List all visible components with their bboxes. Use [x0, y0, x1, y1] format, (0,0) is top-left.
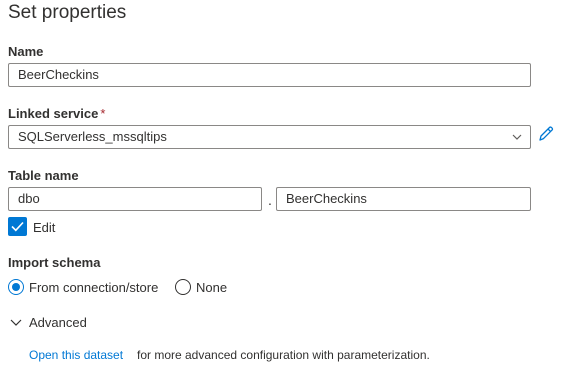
edit-checkbox[interactable]: [8, 217, 27, 236]
checkmark-icon: [11, 221, 24, 232]
pencil-edit-icon[interactable]: [537, 125, 555, 143]
edit-label: Edit: [33, 220, 56, 235]
name-label: Name: [8, 44, 44, 59]
linked-service-select[interactable]: SQLServerless_mssqltips: [8, 125, 531, 149]
name-input[interactable]: BeerCheckins: [8, 63, 531, 87]
required-marker: *: [100, 106, 106, 121]
open-dataset-description: for more advanced configuration with par…: [137, 348, 430, 362]
schema-separator: .: [268, 192, 272, 208]
chevron-down-icon[interactable]: [10, 318, 22, 328]
table-input[interactable]: BeerCheckins: [276, 187, 531, 211]
advanced-toggle[interactable]: Advanced: [29, 315, 87, 330]
import-schema-label: Import schema: [8, 255, 101, 270]
radio-from-connection[interactable]: [8, 279, 24, 295]
radio-from-connection-label: From connection/store: [29, 280, 159, 295]
table-name-label: Table name: [8, 168, 79, 183]
linked-service-label: Linked service *: [8, 106, 105, 121]
schema-input[interactable]: dbo: [8, 187, 262, 211]
radio-none-label: None: [196, 280, 228, 295]
linked-service-value: SQLServerless_mssqltips: [18, 129, 167, 144]
panel-title: Set properties: [8, 2, 127, 23]
chevron-down-icon: [512, 134, 522, 140]
radio-none[interactable]: [175, 279, 191, 295]
linked-service-label-text: Linked service: [8, 106, 99, 121]
open-dataset-link[interactable]: Open this dataset: [29, 348, 123, 362]
